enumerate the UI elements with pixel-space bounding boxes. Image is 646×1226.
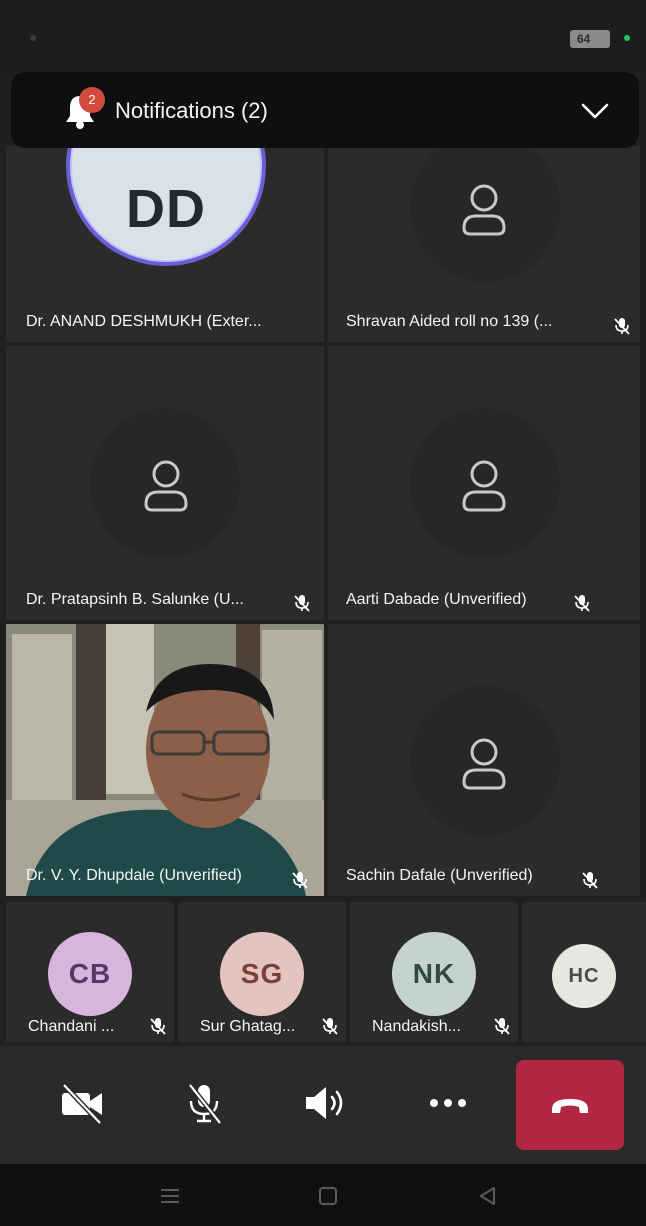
camera-dot-icon <box>30 35 36 41</box>
hang-up-button[interactable] <box>516 1060 624 1150</box>
speaker-icon[interactable] <box>302 1081 350 1125</box>
notification-count-badge: 2 <box>79 87 105 113</box>
person-icon <box>462 738 506 790</box>
person-icon <box>462 184 506 236</box>
participant-name: Shravan Aided roll no 139 (... <box>346 313 553 330</box>
participant-name: Sachin Dafale (Unverified) <box>346 867 533 884</box>
notifications-label: Notifications (2) <box>115 98 268 123</box>
battery-indicator: 64 <box>570 30 610 48</box>
mic-muted-icon <box>150 1018 166 1035</box>
participant-name: Dr. Pratapsinh B. Salunke (U... <box>26 591 244 608</box>
notifications-banner[interactable]: 2 Notifications (2) <box>11 72 639 148</box>
call-controls-bar <box>0 1046 646 1164</box>
participant-name: Nandakish... <box>372 1018 461 1035</box>
participant-tile[interactable]: Aarti Dabade (Unverified) <box>328 346 640 620</box>
mic-off-icon[interactable] <box>180 1081 228 1125</box>
participant-tile-small[interactable]: NK Nandakish... <box>350 902 518 1042</box>
participant-name: Sur Ghatag... <box>200 1018 296 1035</box>
chevron-down-icon[interactable] <box>579 100 611 122</box>
person-icon <box>144 460 188 512</box>
mic-in-use-dot-icon <box>624 35 630 41</box>
participant-tile[interactable]: Sachin Dafale (Unverified) <box>328 624 640 896</box>
participant-tile[interactable]: Shravan Aided roll no 139 (... <box>328 132 640 342</box>
person-icon <box>462 460 506 512</box>
avatar: NK <box>392 932 476 1016</box>
avatar: CB <box>48 932 132 1016</box>
mic-muted-icon <box>614 318 630 335</box>
participant-name: Dr. V. Y. Dhupdale (Unverified) <box>26 867 242 884</box>
avatar-initials: HC <box>568 965 600 987</box>
more-icon[interactable] <box>424 1081 472 1125</box>
mic-muted-icon <box>574 595 590 612</box>
navigation-bar <box>0 1164 646 1226</box>
mic-muted-icon <box>322 1018 338 1035</box>
avatar-initials: DD <box>126 179 206 239</box>
mic-muted-icon <box>582 872 598 889</box>
battery-level: 64 <box>577 32 591 46</box>
home-icon[interactable] <box>316 1184 340 1208</box>
avatar: SG <box>220 932 304 1016</box>
avatar: DD <box>66 146 266 266</box>
mic-muted-icon <box>494 1018 510 1035</box>
avatar: HC <box>552 944 616 1008</box>
participant-name: Chandani ... <box>28 1018 115 1035</box>
participant-tile-small[interactable]: CB Chandani ... <box>6 902 174 1042</box>
camera-off-icon[interactable] <box>58 1081 106 1125</box>
avatar-initials: NK <box>412 958 456 989</box>
video-feed <box>6 624 324 896</box>
participant-name: Aarti Dabade (Unverified) <box>346 591 527 608</box>
mic-muted-icon <box>294 595 310 612</box>
back-icon[interactable] <box>476 1184 500 1208</box>
avatar-initials: CB <box>68 958 112 989</box>
recents-icon[interactable] <box>158 1184 182 1208</box>
participant-tile[interactable]: Dr. Pratapsinh B. Salunke (U... <box>6 346 324 620</box>
participant-video[interactable]: Dr. V. Y. Dhupdale (Unverified) <box>6 624 324 896</box>
hang-up-icon <box>552 1099 588 1113</box>
avatar-initials: SG <box>240 958 284 989</box>
mic-muted-icon <box>292 872 308 889</box>
participant-tile-small[interactable]: HC <box>522 902 646 1042</box>
participant-name: Dr. ANAND DESHMUKH (Exter... <box>26 313 262 330</box>
status-bar: 64 <box>0 0 646 72</box>
participant-tile-small[interactable]: SG Sur Ghatag... <box>178 902 346 1042</box>
